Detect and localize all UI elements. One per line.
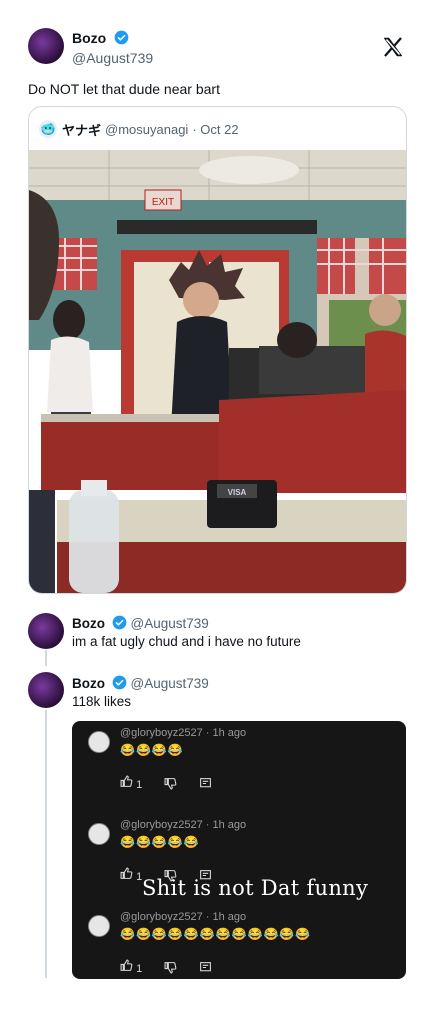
reply2-handle[interactable]: @August739 [131, 676, 209, 691]
reply1-header: Bozo @August739 [72, 615, 209, 631]
like-button[interactable]: 1 [120, 867, 142, 883]
verified-badge-icon [114, 30, 129, 45]
comment-user[interactable]: @gloryboyz2527 · 1h ago [120, 819, 246, 831]
exit-sign-text: EXIT [152, 197, 174, 208]
quote-header: 🥶 ヤナギ @mosuyanagi · Oct 22 [39, 120, 239, 138]
reply1-name[interactable]: Bozo [72, 616, 105, 631]
like-button[interactable]: 1 [120, 775, 142, 791]
like-count: 1 [136, 963, 143, 975]
comment-actions: 1 [120, 959, 212, 975]
thumbs-down-icon[interactable] [164, 961, 177, 974]
tweet-text: Do NOT let that dude near bart [28, 81, 220, 97]
reply1-handle[interactable]: @August739 [131, 616, 209, 631]
reply2-avatar[interactable] [28, 672, 64, 708]
card-reader-text: VISA [228, 488, 247, 497]
quote-author-name[interactable]: ヤナギ [62, 120, 101, 139]
author-name[interactable]: Bozo [72, 30, 106, 46]
verified-badge-icon [112, 675, 127, 690]
thread-line [45, 650, 47, 666]
quote-avatar[interactable]: 🥶 [39, 120, 57, 138]
x-logo-icon[interactable] [381, 35, 405, 59]
reply2-header: Bozo @August739 [72, 675, 209, 691]
reply1-avatar[interactable] [28, 613, 64, 649]
author-avatar[interactable] [28, 28, 64, 64]
comment-avatar[interactable] [88, 915, 110, 937]
like-count: 1 [136, 779, 143, 791]
comments-screenshot[interactable]: @gloryboyz2527 · 1h ago 😂😂😂😂 1 @gloryboy… [72, 721, 406, 979]
comment-avatar[interactable] [88, 731, 110, 753]
author-name-row[interactable]: Bozo [72, 30, 129, 48]
reply-icon[interactable] [199, 961, 212, 974]
quote-date[interactable]: · Oct 22 [192, 122, 238, 137]
thumbs-down-icon[interactable] [164, 777, 177, 790]
comment-emojis: 😂😂😂😂 [120, 743, 184, 757]
comment-actions: 1 [120, 775, 212, 791]
quote-photo[interactable]: EXIT VISA [29, 150, 406, 593]
thumbs-up-icon [120, 775, 133, 787]
reply-icon[interactable] [199, 777, 212, 790]
reply2-name[interactable]: Bozo [72, 676, 105, 691]
like-button[interactable]: 1 [120, 959, 142, 975]
verified-badge-icon [112, 615, 127, 630]
thread-line-long [45, 710, 47, 978]
comment-avatar[interactable] [88, 823, 110, 845]
comment-emojis: 😂😂😂😂😂 [120, 835, 200, 849]
thumbs-up-icon [120, 867, 133, 879]
reply1-text: im a fat ugly chud and i have no future [72, 634, 301, 649]
comment-emojis: 😂😂😂😂😂😂😂😂😂😂😂😂 [120, 927, 312, 941]
comment-user[interactable]: @gloryboyz2527 · 1h ago [120, 727, 246, 739]
quote-tweet-card[interactable]: 🥶 ヤナギ @mosuyanagi · Oct 22 EXIT VISA [28, 106, 407, 594]
author-handle[interactable]: @August739 [72, 50, 153, 66]
reply2-text: 118k likes [72, 694, 132, 709]
thumbs-up-icon [120, 959, 133, 971]
comment-user[interactable]: @gloryboyz2527 · 1h ago [120, 911, 246, 923]
overlay-caption: Shit is not Dat funny [142, 876, 369, 900]
quote-author-handle[interactable]: @mosuyanagi [105, 122, 188, 137]
